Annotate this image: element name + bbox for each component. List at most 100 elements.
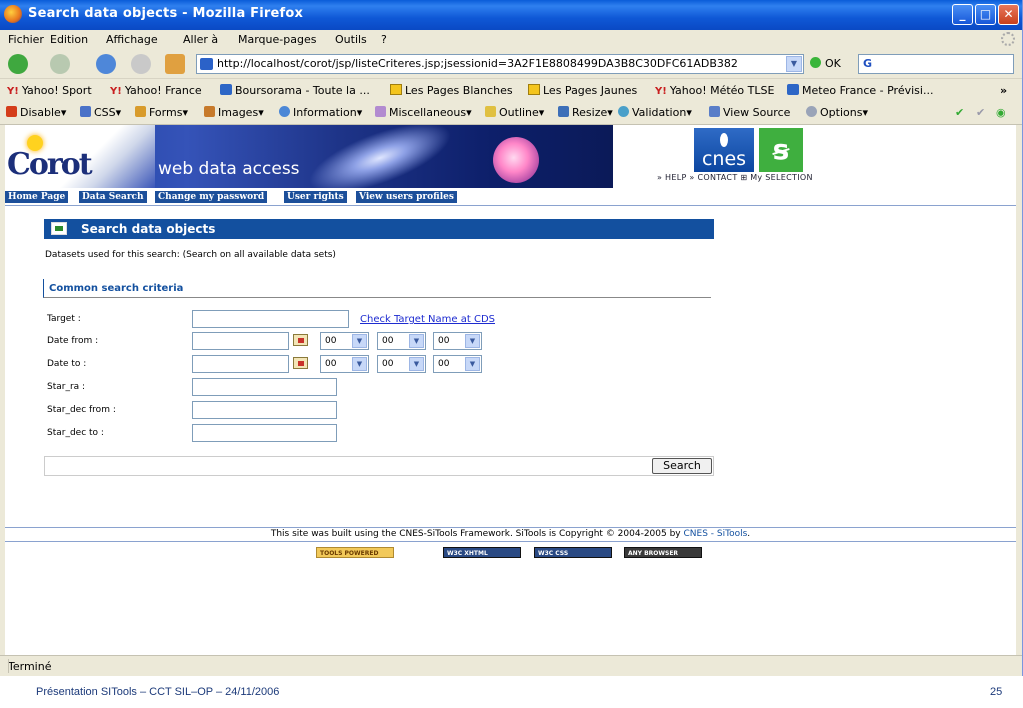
dev-disable[interactable]: Disable▾ [6,106,66,119]
bookmarks-toolbar: Y! Yahoo! Sport Y! Yahoo! France Boursoram… [0,80,1022,102]
bookmark-yahoo-meteo[interactable]: Y! Yahoo! Météo TLSE [655,84,774,97]
date-to-minute-select[interactable]: 00 ▼ [377,355,426,373]
bookmark-pages-blanches[interactable]: Les Pages Blanches [390,84,513,97]
nav-user-rights[interactable]: User rights [284,191,347,203]
outline-icon [485,106,496,117]
target-label: Target : [47,314,81,324]
w3c-xhtml-badge[interactable]: W3C XHTML [443,547,521,558]
google-icon: G [863,57,873,70]
resize-grip-icon[interactable] [8,659,23,673]
cnes-logo[interactable]: cnes [694,128,754,172]
menu-marque-pages[interactable]: Marque-pages [238,33,316,46]
tools-powered-badge[interactable]: TOOLS POWERED [316,547,394,558]
close-button[interactable]: ✕ [998,4,1019,25]
cnes-sitools-link[interactable]: CNES - SiTools [684,529,748,539]
bookmark-boursorama[interactable]: Boursorama - Toute la ... [220,84,370,97]
menu-outils[interactable]: Outils [335,33,367,46]
bookmarks-overflow-chevron[interactable]: » [1000,84,1007,97]
back-icon[interactable] [8,54,28,74]
images-icon [204,106,215,117]
menu-help[interactable]: ? [381,33,387,46]
reload-icon[interactable] [96,54,116,74]
navigation-toolbar: http://localhost/corot/jsp/listeCriteres… [0,50,1022,79]
bookmark-yahoo-sport[interactable]: Y! Yahoo! Sport [7,84,92,97]
web-page-content: Corot web data access cnes ꞩ » HELP » CO… [5,125,1016,655]
bookmark-meteo-france[interactable]: Meteo France - Prévisi... [787,84,933,97]
nav-view-users-profiles[interactable]: View users profiles [356,191,457,203]
stop-icon[interactable] [131,54,151,74]
go-button[interactable]: OK [810,57,841,70]
maximize-button[interactable]: □ [975,4,996,25]
dev-miscellaneous[interactable]: Miscellaneous▾ [375,106,472,119]
corot-logo[interactable]: Corot [7,147,93,182]
calendar-icon[interactable] [293,334,308,346]
firefox-icon [4,5,22,23]
chevron-down-icon[interactable]: ▼ [786,56,802,72]
star-ra-input[interactable] [192,378,337,396]
target-input[interactable] [192,310,349,328]
url-input[interactable]: http://localhost/corot/jsp/listeCriteres… [196,54,804,74]
css-status-icon[interactable]: ✔ [976,106,985,119]
dev-information[interactable]: Information▾ [279,106,362,119]
nav-home-page[interactable]: Home Page [5,191,69,203]
gear-icon [806,106,817,117]
page-navigation: Home Page Data Search Change my password… [5,191,1016,206]
date-from-hour-select[interactable]: 00 ▼ [320,332,369,350]
bookmark-yahoo-france[interactable]: Y! Yahoo! France [110,84,202,97]
menu-affichage[interactable]: Affichage [106,33,158,46]
slide-caption: Présentation SITools – CCT SIL–OP – 24/1… [36,686,280,698]
status-bar: Terminé [0,655,1022,676]
criteria-title: Common search criteria [49,283,184,294]
w3c-css-badge[interactable]: W3C CSS [534,547,612,558]
dev-validation[interactable]: Validation▾ [618,106,692,119]
page-title: Search data objects [81,222,216,236]
banner-tagline: web data access [158,159,300,179]
calendar-icon[interactable] [293,357,308,369]
checkmark-icon[interactable]: ✔ [955,106,964,119]
menu-aller[interactable]: Aller à [183,33,218,46]
sitools-logo-icon[interactable]: ꞩ [759,128,803,172]
window-title: Search data objects - Mozilla Firefox [28,6,304,21]
js-status-icon[interactable]: ◉ [996,106,1006,119]
check-target-link[interactable]: Check Target Name at CDS [360,314,495,325]
boursorama-icon [220,84,232,95]
date-to-hour-select[interactable]: 00 ▼ [320,355,369,373]
search-input[interactable]: G [858,54,1014,74]
dev-options[interactable]: Options▾ [806,106,868,119]
url-text: http://localhost/corot/jsp/listeCriteres… [217,57,738,70]
home-icon[interactable] [165,54,185,74]
date-from-second-select[interactable]: 00 ▼ [433,332,482,350]
minimize-button[interactable]: _ [952,4,973,25]
star-dec-to-input[interactable] [192,424,337,442]
nav-data-search[interactable]: Data Search [79,191,147,203]
dev-css[interactable]: CSS▾ [80,106,121,119]
nav-change-password[interactable]: Change my password [155,191,268,203]
criteria-header: Common search criteria [43,279,711,298]
bookmark-pages-jaunes[interactable]: Les Pages Jaunes [528,84,637,97]
dev-resize[interactable]: Resize▾ [558,106,613,119]
date-to-input[interactable] [192,355,289,373]
star-dec-from-input[interactable] [192,401,337,419]
top-links[interactable]: » HELP » CONTACT ⊞ My SELECTION [657,173,813,182]
css-icon [80,106,91,117]
menu-edition[interactable]: Edition [50,33,88,46]
date-from-minute-select[interactable]: 00 ▼ [377,332,426,350]
dev-forms[interactable]: Forms▾ [135,106,188,119]
dev-images[interactable]: Images▾ [204,106,264,119]
dev-view-source[interactable]: View Source [709,106,790,119]
forms-icon [135,106,146,117]
menu-fichier[interactable]: Fichier [8,33,44,46]
firefox-window: Search data objects - Mozilla Firefox _ … [0,0,1023,676]
information-icon [279,106,290,117]
banner: Corot web data access [5,125,613,188]
nebula-image [493,137,539,183]
date-to-second-select[interactable]: 00 ▼ [433,355,482,373]
meteo-france-icon [787,84,799,95]
forward-icon[interactable] [50,54,70,74]
search-button[interactable]: Search [652,458,712,474]
date-from-input[interactable] [192,332,289,350]
dev-outline[interactable]: Outline▾ [485,106,544,119]
date-from-label: Date from : [47,336,99,346]
yahoo-icon: Y! [655,86,667,97]
any-browser-badge[interactable]: ANY BROWSER [624,547,702,558]
